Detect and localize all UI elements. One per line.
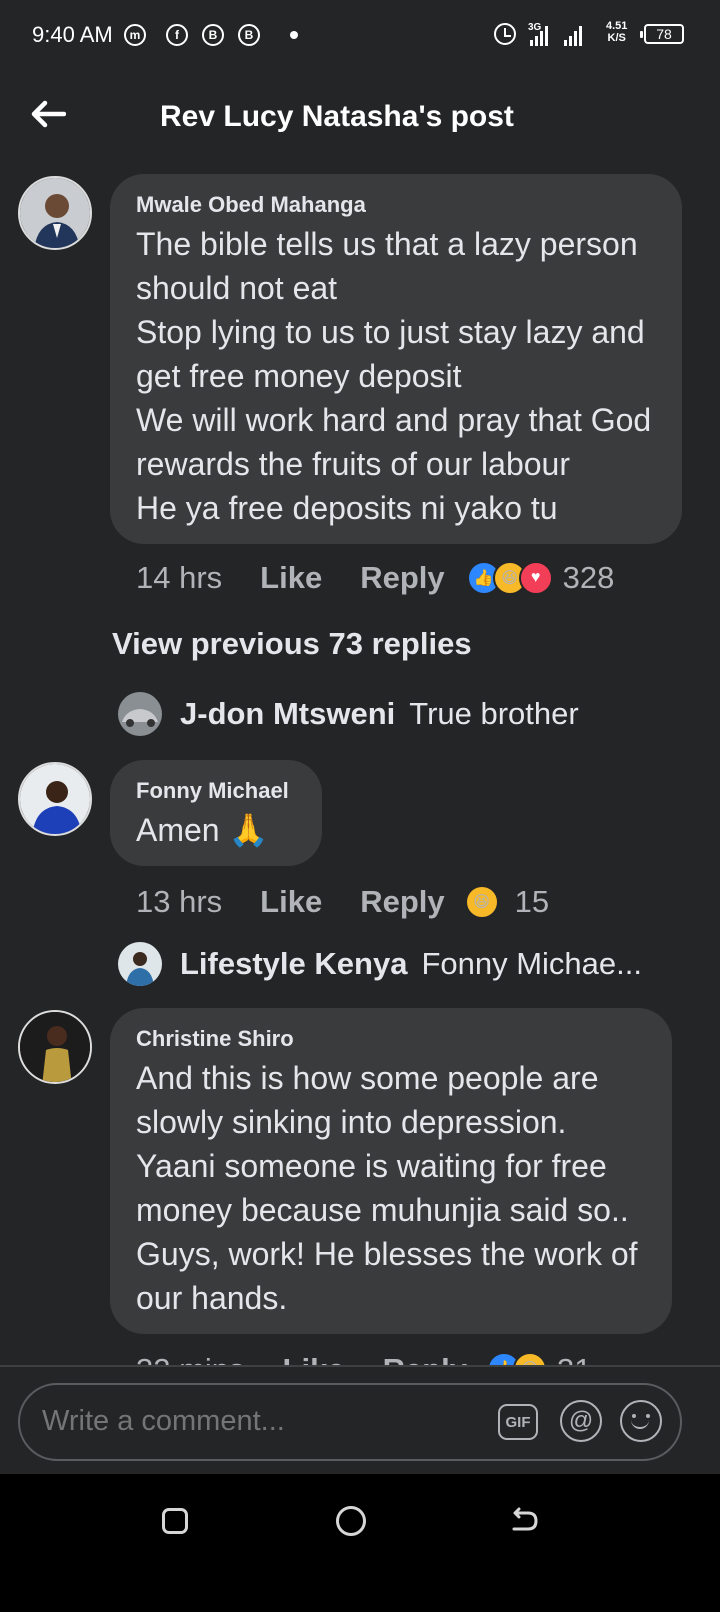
comment-time[interactable]: 32 mins <box>136 1352 245 1365</box>
status-bar: 9:40 AM m f B B 3G 4.51 K/S 78 <box>0 0 720 72</box>
gif-icon[interactable]: GIF <box>498 1404 538 1440</box>
like-button[interactable]: Like <box>283 1352 345 1365</box>
haha-reaction-icon: 😆 <box>513 1352 547 1365</box>
comment-author[interactable]: Fonny Michael <box>136 778 296 804</box>
view-previous-replies-link[interactable]: View previous 73 replies <box>112 626 472 662</box>
status-time: 9:40 AM <box>32 22 113 47</box>
back-nav-icon[interactable] <box>510 1506 540 1536</box>
comment-input[interactable] <box>40 1404 464 1439</box>
reply-text: True brother <box>409 696 579 731</box>
reactions[interactable]: 👍 😆 <box>487 1352 547 1365</box>
composer-divider <box>0 1365 720 1367</box>
home-icon[interactable] <box>336 1506 366 1536</box>
reaction-count[interactable]: 31 <box>557 1352 591 1365</box>
reply-author[interactable]: J-don Mtsweni <box>180 696 395 732</box>
messenger-icon: m <box>124 24 146 46</box>
comment-bubble[interactable]: Fonny Michael Amen 🙏 <box>110 760 322 866</box>
reply-preview[interactable]: Lifestyle Kenya Fonny Michae... <box>118 942 642 986</box>
comment-author[interactable]: Christine Shiro <box>136 1026 646 1052</box>
comment-meta: 14 hrs Like Reply 👍 😆 ♥ 328 <box>136 560 614 596</box>
comment-author[interactable]: Mwale Obed Mahanga <box>136 192 656 218</box>
reply-preview[interactable]: J-don Mtsweni True brother <box>118 692 579 736</box>
more-notifications-dot-icon <box>290 31 298 39</box>
page-title: Rev Lucy Natasha's post <box>160 100 514 133</box>
battery-icon: 78 <box>640 24 684 44</box>
recent-apps-icon[interactable] <box>162 1508 188 1534</box>
love-reaction-icon: ♥ <box>518 561 553 595</box>
like-button[interactable]: Like <box>260 884 322 920</box>
avatar[interactable] <box>18 1010 92 1084</box>
b-icon: B <box>202 24 224 46</box>
comment-time[interactable]: 14 hrs <box>136 560 222 596</box>
comment-time[interactable]: 13 hrs <box>136 884 222 920</box>
avatar[interactable] <box>18 762 92 836</box>
haha-reaction-icon: 😆 <box>464 885 499 919</box>
reply-author[interactable]: Lifestyle Kenya <box>180 946 407 982</box>
reply-text: Fonny Michae... <box>421 946 642 981</box>
reactions[interactable]: 👍 😆 ♥ <box>466 561 553 595</box>
signal-icon <box>564 24 584 46</box>
reply-button[interactable]: Reply <box>360 560 444 596</box>
reactions[interactable]: 😆 <box>464 885 499 919</box>
reaction-count[interactable]: 328 <box>563 560 615 596</box>
reply-button[interactable]: Reply <box>360 884 444 920</box>
avatar[interactable] <box>118 692 162 736</box>
comment-meta: 13 hrs Like Reply 😆 15 <box>136 884 549 920</box>
alarm-icon <box>494 23 516 45</box>
speed-unit: K/S <box>607 32 626 44</box>
signal-icon <box>530 24 550 46</box>
battery-level: 78 <box>656 26 672 42</box>
comment-meta: 32 mins Like Reply 👍 😆 31 <box>136 1352 591 1365</box>
back-arrow-icon[interactable] <box>30 100 66 128</box>
comment-bubble[interactable]: Christine Shiro And this is how some peo… <box>110 1008 672 1334</box>
emoji-icon[interactable] <box>620 1400 662 1442</box>
reply-button[interactable]: Reply <box>383 1352 467 1365</box>
comment-bubble[interactable]: Mwale Obed Mahanga The bible tells us th… <box>110 174 682 544</box>
comment-text: The bible tells us that a lazy person sh… <box>136 226 652 526</box>
b-icon: B <box>238 24 260 46</box>
speed-value: 4.51 <box>606 20 628 32</box>
mention-icon[interactable]: @ <box>560 1400 602 1442</box>
comment-composer: GIF @ <box>18 1383 682 1461</box>
avatar[interactable] <box>18 176 92 250</box>
comment-text: And this is how some people are slowly s… <box>136 1060 638 1316</box>
avatar[interactable] <box>118 942 162 986</box>
reaction-count[interactable]: 15 <box>515 884 549 920</box>
system-navigation-bar <box>0 1474 720 1612</box>
facebook-icon: f <box>166 24 188 46</box>
like-button[interactable]: Like <box>260 560 322 596</box>
comment-text: Amen 🙏 <box>136 812 269 848</box>
network-speed: 4.51 K/S <box>606 20 627 44</box>
